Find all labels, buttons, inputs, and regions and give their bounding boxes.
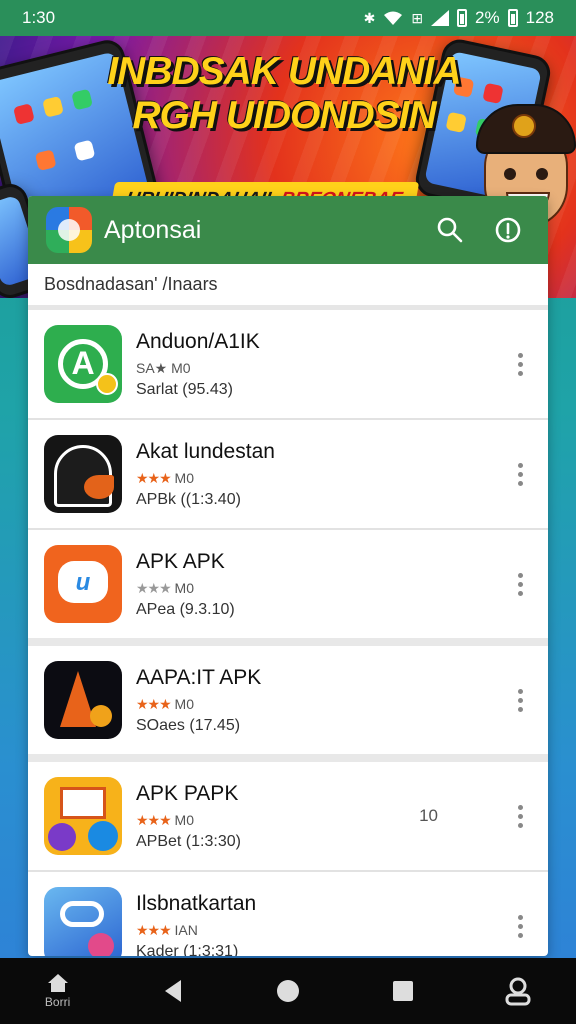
nav-back-button[interactable] bbox=[143, 961, 203, 1021]
app-rating: ★★★ M0 bbox=[136, 811, 194, 828]
status-time: 1:30 bbox=[22, 8, 56, 27]
status-number: 128 bbox=[525, 8, 554, 27]
nav-home-circle-button[interactable] bbox=[258, 961, 318, 1021]
app-rating: SA★ M0 bbox=[136, 359, 191, 376]
status-bar: 1:30 ✱ ⊞ 2% 128 bbox=[0, 0, 576, 36]
navigation-bar: Borri bbox=[0, 958, 576, 1024]
banner-headline: INBDSAK UNDANIA RGH UIDONDSIN bbox=[104, 50, 464, 138]
app-rating: ★★★ IAN bbox=[136, 921, 198, 938]
star-rating-icon: ★★★ bbox=[136, 695, 172, 712]
app-title: Aptonsai bbox=[104, 215, 202, 244]
app-count: 10 bbox=[419, 806, 438, 825]
home-label: Borri bbox=[44, 995, 71, 1009]
app-subtitle: APBet (1:3:30) bbox=[136, 832, 241, 850]
back-icon bbox=[164, 980, 181, 1002]
app-logo-icon bbox=[46, 207, 92, 253]
black-cone-app-icon bbox=[44, 661, 122, 739]
info-button[interactable] bbox=[486, 208, 530, 252]
list-item[interactable]: A Anduon/A1IK SA★ M0 Sarlat (95.43) bbox=[28, 310, 548, 420]
more-options-button[interactable] bbox=[508, 564, 532, 604]
nav-home-button[interactable]: Borri bbox=[28, 961, 88, 1021]
app-name: AAPA:IT APK bbox=[136, 665, 262, 689]
recents-icon bbox=[393, 981, 414, 1001]
battery-icon-2 bbox=[507, 9, 518, 27]
star-rating-icon: ★★★ bbox=[136, 811, 172, 828]
list-item[interactable]: Ilsbnatkartan ★★★ IAN Kader (1:3:31) bbox=[28, 872, 548, 956]
status-icons: ✱ ⊞ 2% 128 bbox=[364, 8, 554, 28]
info-icon bbox=[495, 217, 521, 243]
more-options-button[interactable] bbox=[508, 906, 532, 946]
app-subtitle: APea (9.3.10) bbox=[136, 600, 235, 618]
home-icon bbox=[47, 974, 68, 992]
more-options-button[interactable] bbox=[508, 680, 532, 720]
wifi-icon bbox=[384, 11, 403, 25]
search-button[interactable] bbox=[428, 208, 472, 252]
signal-icon bbox=[431, 10, 450, 26]
nav-profile-button[interactable] bbox=[488, 961, 548, 1021]
app-name: Anduon/A1IK bbox=[136, 329, 260, 353]
more-options-button[interactable] bbox=[508, 344, 532, 384]
app-subtitle: SOaes (17.45) bbox=[136, 716, 241, 734]
green-gear-app-icon: A bbox=[44, 325, 122, 403]
app-name: Ilsbnatkartan bbox=[136, 891, 257, 915]
more-options-button[interactable] bbox=[508, 796, 532, 836]
app-list: A Anduon/A1IK SA★ M0 Sarlat (95.43) Akat… bbox=[28, 310, 548, 956]
app-rating: ★★★ M0 bbox=[136, 579, 194, 596]
star-rating-icon: ★★★ bbox=[136, 579, 172, 596]
list-item[interactable]: APK PAPK ★★★ M0 APBet (1:3:30) 10 bbox=[28, 762, 548, 872]
circle-icon bbox=[276, 980, 299, 1002]
app-rating: ★★★ M0 bbox=[136, 695, 194, 712]
banner-headline-line1: INBDSAK UNDANIA bbox=[107, 50, 461, 93]
app-rating: ★★★ M0 bbox=[136, 469, 194, 486]
app-name: Akat lundestan bbox=[136, 439, 275, 463]
app-name: APK APK bbox=[136, 549, 225, 573]
battery-icon bbox=[457, 9, 468, 27]
nav-recents-button[interactable] bbox=[373, 961, 433, 1021]
blue-loop-app-icon bbox=[44, 887, 122, 956]
list-item[interactable]: Akat lundestan ★★★ M0 APBk ((1:3.40) bbox=[28, 420, 548, 530]
star-rating-icon: ★★★ bbox=[136, 469, 172, 486]
profile-icon bbox=[505, 977, 531, 1006]
star-rating-icon: ★★★ bbox=[136, 921, 172, 938]
app-name: APK PAPK bbox=[136, 781, 239, 805]
breadcrumb[interactable]: Bosdnadasan' /Inaars bbox=[28, 264, 548, 310]
app-bar: Aptonsai bbox=[28, 196, 548, 264]
data-icon: ⊞ bbox=[411, 9, 424, 26]
yellow-mail-app-icon bbox=[44, 777, 122, 855]
battery-text: 2% bbox=[475, 8, 500, 27]
dark-helmet-app-icon bbox=[44, 435, 122, 513]
orange-chat-app-icon: u bbox=[44, 545, 122, 623]
app-list-card: Aptonsai Bosdnadasan' /Inaars A Anduon/A… bbox=[28, 196, 548, 956]
list-item[interactable]: AAPA:IT APK ★★★ M0 SOaes (17.45) bbox=[28, 646, 548, 762]
more-options-button[interactable] bbox=[508, 454, 532, 494]
bluetooth-icon: ✱ bbox=[363, 9, 376, 26]
list-item[interactable]: u APK APK ★★★ M0 APea (9.3.10) bbox=[28, 530, 548, 646]
banner-headline-line2: RGH UIDONDSIN bbox=[132, 94, 436, 137]
search-icon bbox=[437, 217, 463, 243]
app-subtitle: Kader (1:3:31) bbox=[136, 942, 239, 957]
app-subtitle: Sarlat (95.43) bbox=[136, 380, 233, 398]
app-subtitle: APBk ((1:3.40) bbox=[136, 490, 241, 508]
